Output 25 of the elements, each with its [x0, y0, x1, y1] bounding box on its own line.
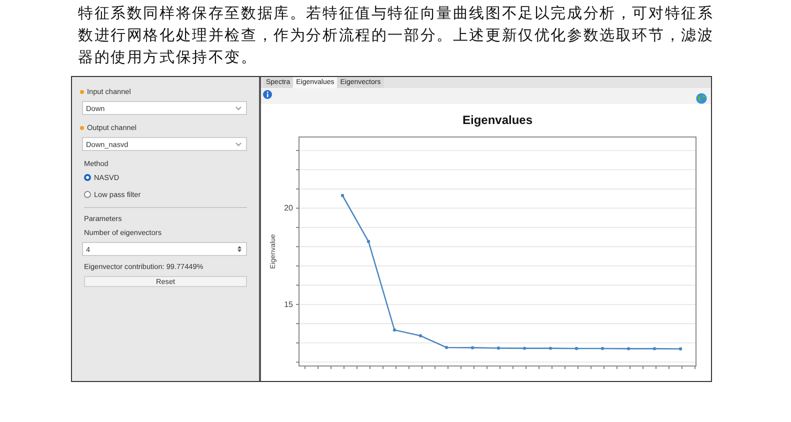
- chevron-down-icon: [235, 142, 242, 146]
- data-point: [496, 346, 500, 350]
- radio-button[interactable]: [84, 174, 91, 181]
- chevron-down-icon: [235, 106, 242, 110]
- radio-button[interactable]: [84, 191, 91, 198]
- info-icon[interactable]: [263, 90, 272, 99]
- data-point: [574, 346, 578, 350]
- data-point: [444, 346, 448, 350]
- data-point: [626, 347, 630, 350]
- data-point: [652, 347, 656, 350]
- data-point: [418, 334, 422, 338]
- paragraph: 特征系数同样将保存至数据库。若特征值与特征向量曲线图不足以完成分析，可对特征系数进行网格化处理并检查，作为分析流程的一部分。上述更新仅优化参数选取环节，滤波器的使用方式保持不变。: [78, 3, 715, 68]
- data-point: [678, 347, 682, 350]
- data-point: [392, 328, 396, 332]
- data-point: [600, 346, 604, 350]
- spin-arrows-icon: [237, 245, 242, 253]
- data-point: [366, 240, 370, 244]
- data-point: [522, 346, 526, 350]
- tick-label: 20: [284, 204, 293, 213]
- globe-icon[interactable]: [696, 93, 707, 104]
- data-point: [340, 194, 344, 198]
- data-point: [548, 346, 552, 350]
- data-point: [470, 346, 474, 350]
- tick-label: 15: [284, 300, 293, 309]
- chart-title: Eigenvalues: [462, 113, 533, 127]
